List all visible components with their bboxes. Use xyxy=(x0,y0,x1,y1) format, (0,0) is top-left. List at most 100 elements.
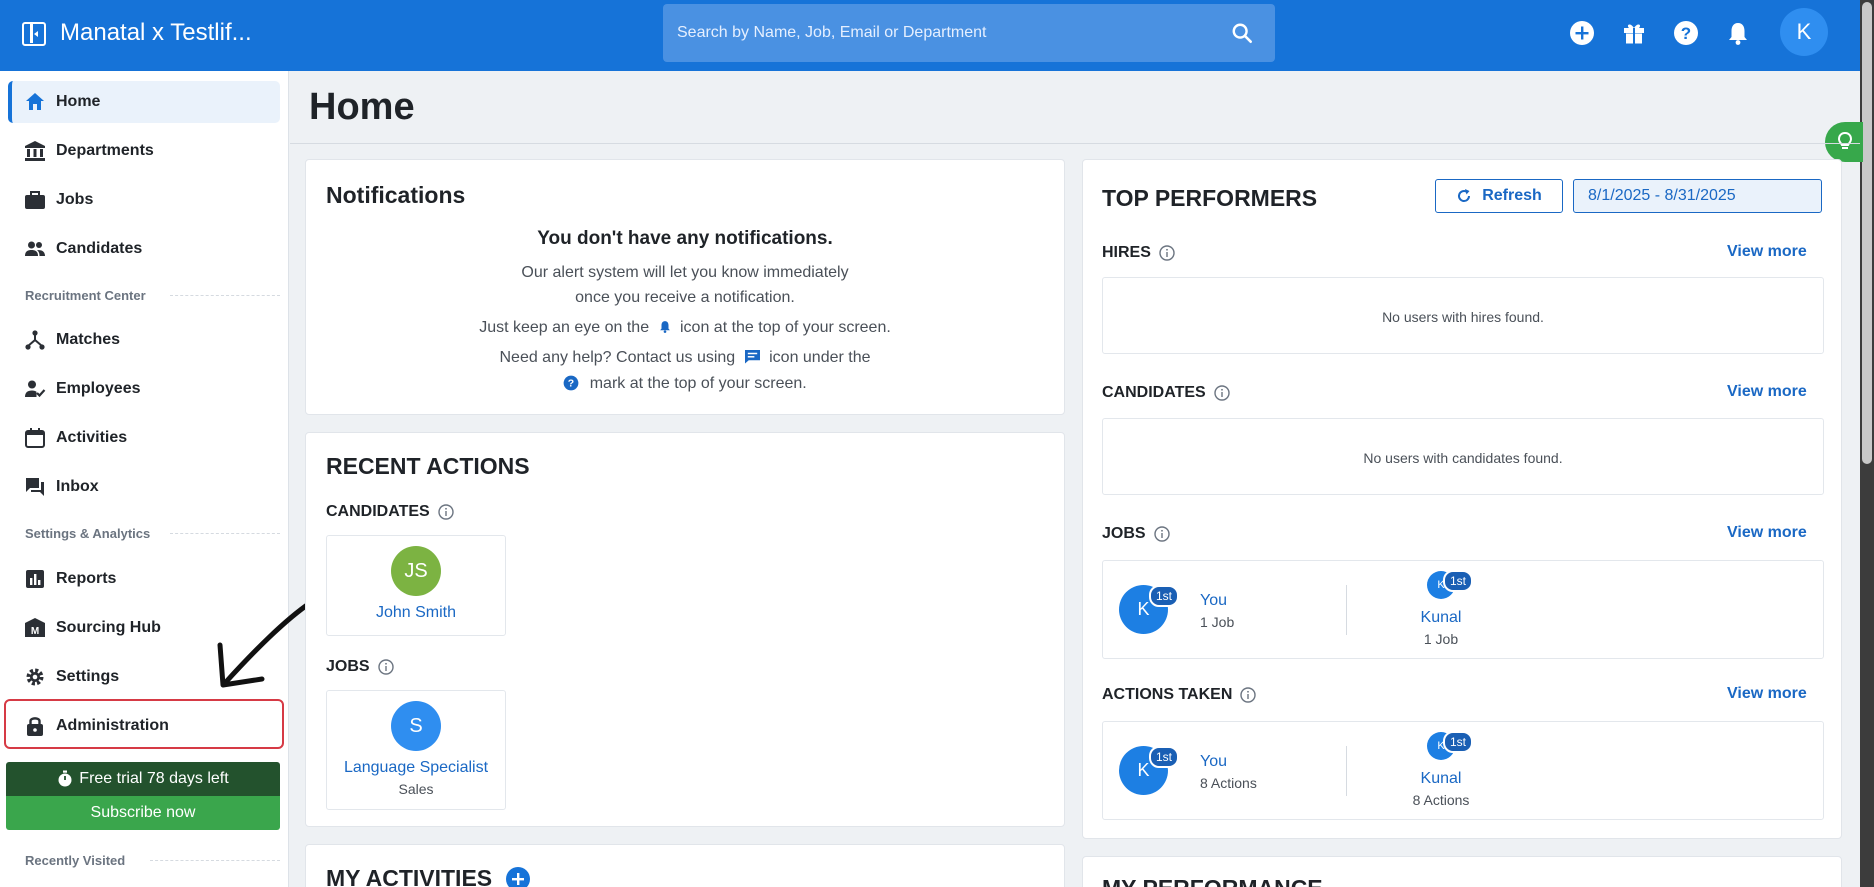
actions-taken-box: K 1st You 8 Actions K 1st Kunal 8 Action… xyxy=(1102,721,1824,820)
notifications-heading: You don't have any notifications. xyxy=(537,228,833,249)
info-icon[interactable] xyxy=(1214,385,1230,401)
notifications-card: Notifications You don't have any notific… xyxy=(305,159,1065,415)
scrollbar-thumb[interactable] xyxy=(1862,2,1872,464)
hires-view-more-link[interactable]: View more xyxy=(1727,243,1807,261)
actions-view-more-link[interactable]: View more xyxy=(1727,685,1807,703)
candidates-view-more-link[interactable]: View more xyxy=(1727,383,1807,401)
performer-name-link[interactable]: You xyxy=(1200,753,1227,771)
sidebar-item-label: Settings xyxy=(56,668,120,685)
performer-name-link[interactable]: You xyxy=(1200,592,1227,610)
notifications-text: Need any help? Contact us using xyxy=(499,349,736,366)
add-circle-icon[interactable] xyxy=(1569,20,1595,46)
sidebar-item-label: Jobs xyxy=(56,191,94,208)
sidebar-item-candidates[interactable]: Candidates xyxy=(8,228,280,270)
people-icon xyxy=(25,241,45,256)
gift-icon[interactable] xyxy=(1621,20,1647,46)
svg-text:?: ? xyxy=(568,379,574,390)
my-performance-title: MY PERFORMANCE xyxy=(1102,875,1323,887)
bell-icon[interactable] xyxy=(1725,20,1751,46)
jobs-view-more-link[interactable]: View more xyxy=(1727,524,1807,542)
section-divider xyxy=(170,533,280,534)
sidebar-item-label: Employees xyxy=(56,380,141,397)
sidebar-item-employees[interactable]: Employees xyxy=(8,368,280,410)
sidebar-item-label: Activities xyxy=(56,429,128,446)
section-title: CANDIDATES xyxy=(1102,384,1206,401)
trial-banner: Free trial 78 days left xyxy=(6,762,280,796)
date-range-picker[interactable]: 8/1/2025 - 8/31/2025 xyxy=(1573,179,1822,213)
app-title[interactable]: Manatal x Testlif... xyxy=(60,19,252,47)
rank-badge: 1st xyxy=(1443,570,1474,592)
search-icon[interactable] xyxy=(1231,22,1253,44)
person-check-icon xyxy=(25,380,46,398)
sidebar-item-label: Departments xyxy=(56,142,154,159)
performer-detail: 1 Job xyxy=(1200,614,1235,630)
sidebar-item-label: Candidates xyxy=(56,240,143,257)
network-icon xyxy=(25,330,45,350)
candidates-performers-label: CANDIDATES xyxy=(1102,384,1230,402)
sidebar-item-label: Inbox xyxy=(56,478,99,495)
chat-icon xyxy=(744,349,760,364)
section-divider xyxy=(170,295,280,296)
sourcing-icon: M xyxy=(25,618,45,637)
info-icon[interactable] xyxy=(1240,687,1257,703)
sidebar: Home Departments Jobs Candidates Recruit… xyxy=(0,71,289,887)
recent-candidates-label: CANDIDATES xyxy=(326,503,454,521)
sidebar-item-label: Reports xyxy=(56,570,117,587)
sidebar-item-activities[interactable]: Activities xyxy=(8,417,280,459)
job-department: Sales xyxy=(398,781,434,797)
sidebar-item-home[interactable]: Home xyxy=(8,81,280,123)
user-avatar[interactable]: K xyxy=(1780,8,1828,56)
lightbulb-icon xyxy=(1837,131,1853,149)
performer-name-link[interactable]: Kunal xyxy=(1381,770,1501,788)
sidebar-item-reports[interactable]: Reports xyxy=(8,558,280,600)
recent-actions-title: RECENT ACTIONS xyxy=(326,453,530,479)
sidebar-item-inbox[interactable]: Inbox xyxy=(8,466,280,508)
info-icon[interactable] xyxy=(1159,245,1175,261)
actions-taken-label: ACTIONS TAKEN xyxy=(1102,686,1257,704)
rank-badge: 1st xyxy=(1149,585,1180,607)
sidebar-toggle-icon[interactable] xyxy=(22,22,46,46)
info-icon[interactable] xyxy=(1153,526,1170,542)
performer-name-link[interactable]: Kunal xyxy=(1381,609,1501,627)
add-activity-icon[interactable] xyxy=(506,867,530,887)
subscribe-button[interactable]: Subscribe now xyxy=(6,796,280,830)
help-icon: ? xyxy=(563,375,579,391)
info-icon[interactable] xyxy=(438,504,454,520)
section-label-recruitment: Recruitment Center xyxy=(25,288,146,303)
performer-divider xyxy=(1346,585,1347,635)
lightbulb-tips-button[interactable] xyxy=(1825,122,1863,162)
notifications-text: icon at the top of your screen. xyxy=(680,319,891,336)
calendar-icon xyxy=(25,428,45,448)
job-name-link[interactable]: Language Specialist xyxy=(327,759,505,777)
annotation-arrow-icon xyxy=(217,600,313,688)
info-icon[interactable] xyxy=(377,659,394,675)
hires-label: HIRES xyxy=(1102,244,1175,262)
svg-text:?: ? xyxy=(1681,24,1691,43)
refresh-button[interactable]: Refresh xyxy=(1435,179,1563,213)
recent-job-card[interactable]: S Language Specialist Sales xyxy=(326,690,506,810)
notifications-text: icon under the xyxy=(769,349,871,366)
notifications-line: once you receive a notification. xyxy=(575,289,795,306)
sidebar-item-jobs[interactable]: Jobs xyxy=(8,179,280,221)
help-icon[interactable]: ? xyxy=(1673,20,1699,46)
stopwatch-icon xyxy=(58,770,72,787)
section-title: CANDIDATES xyxy=(326,503,430,520)
candidate-avatar: JS xyxy=(391,546,441,596)
home-icon xyxy=(26,93,44,110)
top-performers-title: TOP PERFORMERS xyxy=(1102,185,1318,211)
candidate-name-link[interactable]: John Smith xyxy=(327,604,505,622)
bank-icon xyxy=(25,141,45,161)
my-activities-title: MY ACTIVITIES xyxy=(326,865,493,887)
sidebar-item-label: Sourcing Hub xyxy=(56,619,161,636)
notifications-line: Need any help? Contact us using icon und… xyxy=(306,349,1064,367)
jobs-performers-label: JOBS xyxy=(1102,525,1170,543)
performer-detail: 1 Job xyxy=(1423,631,1459,647)
candidates-performers-box: No users with candidates found. xyxy=(1102,418,1824,495)
trial-text: Free trial 78 days left xyxy=(79,770,229,787)
section-title: ACTIONS TAKEN xyxy=(1102,686,1233,703)
recent-candidate-card[interactable]: JS John Smith xyxy=(326,535,506,636)
sidebar-item-departments[interactable]: Departments xyxy=(8,130,280,172)
sidebar-item-matches[interactable]: Matches xyxy=(8,319,280,361)
search-box xyxy=(663,4,1275,62)
search-input[interactable] xyxy=(677,4,1217,62)
